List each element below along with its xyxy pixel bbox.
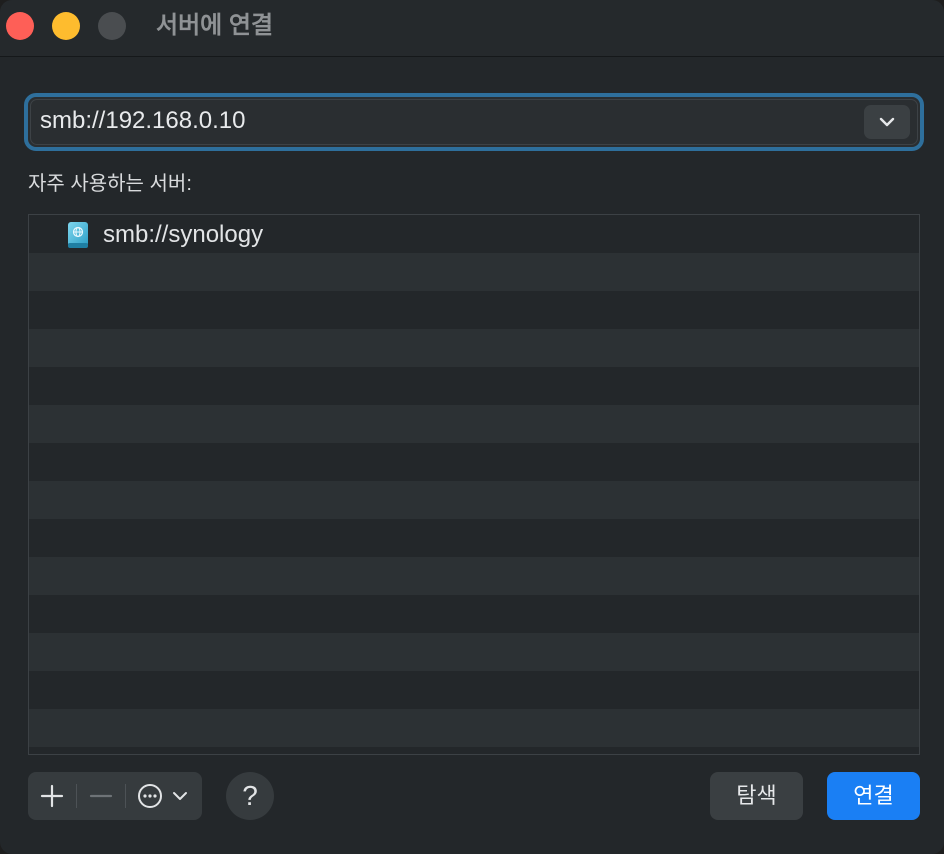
- favorite-servers-list[interactable]: smb://synology: [28, 214, 920, 755]
- list-item[interactable]: smb://synology: [29, 215, 919, 253]
- connect-to-server-window: 서버에 연결 자주 사용하는 서버:: [0, 0, 944, 854]
- more-options-button[interactable]: [126, 772, 202, 820]
- favorite-servers-label: 자주 사용하는 서버:: [28, 173, 192, 195]
- chevron-down-icon: [879, 117, 895, 127]
- server-address-input[interactable]: [40, 105, 840, 137]
- add-favorite-button[interactable]: [28, 772, 76, 820]
- plus-icon: [40, 784, 64, 808]
- server-icon: [68, 222, 88, 248]
- list-item-label: smb://synology: [103, 221, 264, 248]
- remove-favorite-button[interactable]: [77, 772, 125, 820]
- close-window-button[interactable]: [6, 12, 34, 40]
- window-title: 서버에 연결: [156, 12, 274, 39]
- recent-servers-dropdown-button[interactable]: [864, 105, 910, 139]
- zoom-window-button[interactable]: [98, 12, 126, 40]
- server-address-field[interactable]: [24, 93, 924, 151]
- help-button[interactable]: ?: [226, 772, 274, 820]
- connect-button[interactable]: 연결: [827, 772, 920, 820]
- minimize-window-button[interactable]: [52, 12, 80, 40]
- list-actions-segmented-control: [28, 772, 202, 820]
- ellipsis-circle-icon: [138, 784, 187, 808]
- minus-icon: [89, 794, 113, 798]
- browse-button[interactable]: 탐색: [710, 772, 803, 820]
- title-bar: 서버에 연결: [0, 0, 944, 57]
